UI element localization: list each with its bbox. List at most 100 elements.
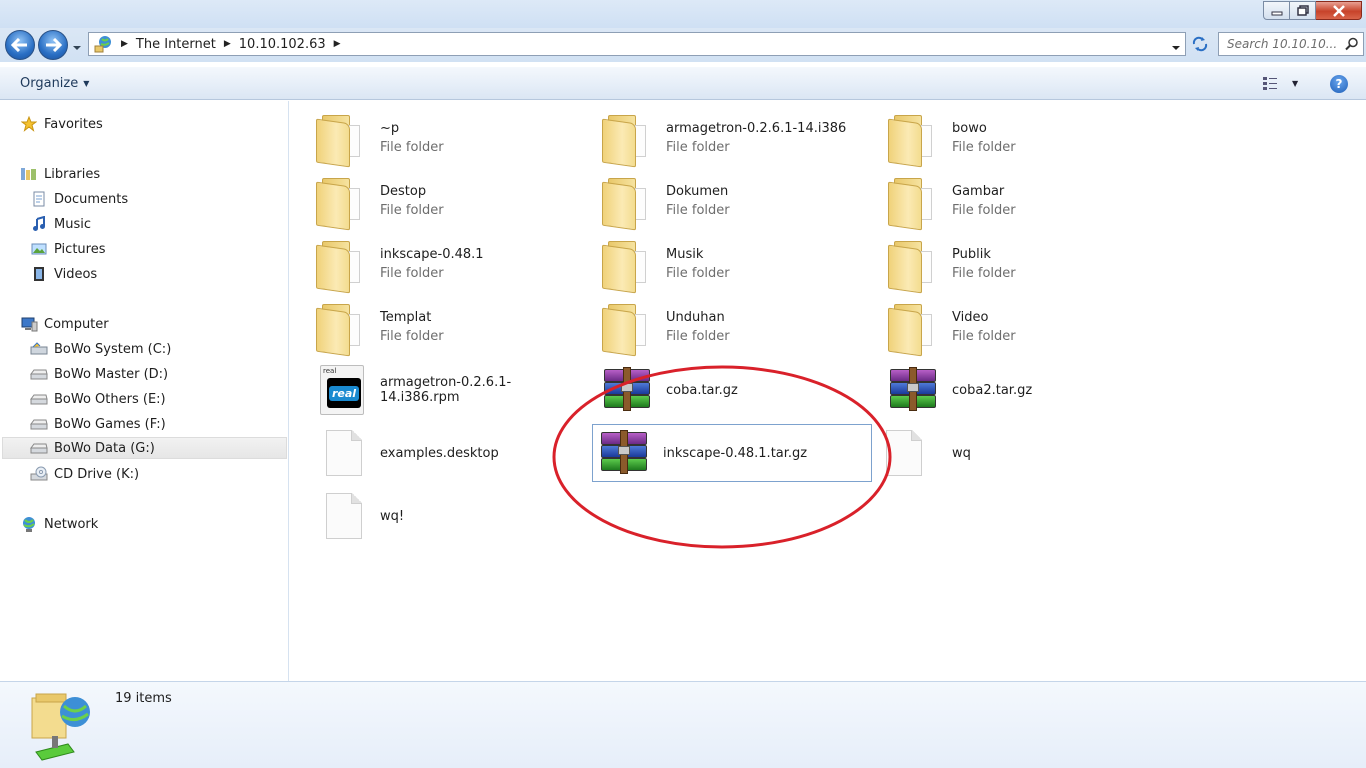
sidebar-item-documents[interactable]: Documents xyxy=(30,188,128,210)
file-tile-examples-desktop[interactable]: examples.desktop xyxy=(298,424,578,482)
sidebar-item-label: Network xyxy=(44,516,99,532)
organize-label: Organize xyxy=(20,76,79,91)
navigation-bar: ▶ The Internet ▶ 10.10.102.63 ▶ xyxy=(0,28,1366,62)
file-type: File folder xyxy=(666,266,730,281)
hard-drive-icon xyxy=(30,415,48,433)
folder-icon xyxy=(316,237,366,294)
forward-button[interactable] xyxy=(38,30,68,60)
search-icon[interactable] xyxy=(1345,37,1359,51)
sidebar-item-drive-g[interactable]: BoWo Data (G:) xyxy=(2,437,287,459)
file-tile-bowo[interactable]: bowo File folder xyxy=(870,109,1150,168)
file-tile-inkscape-folder[interactable]: inkscape-0.48.1 File folder xyxy=(298,235,578,294)
file-tile-p[interactable]: ~p File folder xyxy=(298,109,578,168)
breadcrumb-the-internet[interactable]: The Internet xyxy=(136,37,216,52)
sidebar-item-drive-e[interactable]: BoWo Others (E:) xyxy=(30,388,166,410)
sidebar-item-drive-k[interactable]: CD Drive (K:) xyxy=(30,463,139,485)
organize-menu-button[interactable]: Organize ▼ xyxy=(20,76,89,91)
document-icon xyxy=(316,426,366,480)
file-tile-dokumen[interactable]: Dokumen File folder xyxy=(584,172,864,231)
file-tile-inkscape-tar-gz[interactable]: inkscape-0.48.1.tar.gz xyxy=(592,424,872,482)
file-type: File folder xyxy=(952,329,1016,344)
file-tile-armagetron-folder[interactable]: armagetron-0.2.6.1-14.i386 File folder xyxy=(584,109,864,168)
change-view-button[interactable]: ▼ xyxy=(1262,75,1298,91)
sidebar-item-label: BoWo System (C:) xyxy=(54,341,172,357)
file-tile-coba2-tar-gz[interactable]: coba2.tar.gz xyxy=(870,361,1150,419)
folder-icon xyxy=(602,300,652,357)
sidebar-item-favorites[interactable]: Favorites xyxy=(20,113,103,135)
navigation-pane: Favorites Libraries Documents Music Pict… xyxy=(0,101,289,681)
file-tile-wq[interactable]: wq xyxy=(870,424,1150,482)
archive-icon xyxy=(888,363,938,417)
file-tile-gambar[interactable]: Gambar File folder xyxy=(870,172,1150,231)
breadcrumb-separator[interactable]: ▶ xyxy=(121,39,128,49)
file-name: armagetron-0.2.6.1-14.i386.rpm xyxy=(380,375,512,405)
file-tile-coba-tar-gz[interactable]: coba.tar.gz xyxy=(584,361,864,419)
file-tile-publik[interactable]: Publik File folder xyxy=(870,235,1150,294)
address-history-dropdown[interactable] xyxy=(1171,40,1181,55)
breadcrumb-separator[interactable]: ▶ xyxy=(334,39,341,49)
file-tile-wq-bang[interactable]: wq! xyxy=(298,487,578,545)
library-icon xyxy=(20,165,38,183)
sidebar-item-computer[interactable]: Computer xyxy=(20,313,109,335)
documents-icon xyxy=(30,190,48,208)
file-name: wq xyxy=(952,445,971,461)
sidebar-item-label: Pictures xyxy=(54,241,106,257)
file-name: Publik xyxy=(952,247,991,262)
file-tile-video[interactable]: Video File folder xyxy=(870,298,1150,357)
system-drive-icon xyxy=(30,340,48,358)
file-name: ~p xyxy=(380,121,400,136)
folder-icon xyxy=(602,174,652,231)
sidebar-item-music[interactable]: Music xyxy=(30,213,91,235)
search-box[interactable] xyxy=(1218,32,1364,56)
hard-drive-icon xyxy=(30,439,48,457)
minimize-button[interactable] xyxy=(1263,1,1290,20)
file-type: File folder xyxy=(952,266,1016,281)
sidebar-item-drive-d[interactable]: BoWo Master (D:) xyxy=(30,363,168,385)
file-name: Destop xyxy=(380,184,427,199)
file-name: examples.desktop xyxy=(380,445,499,461)
breadcrumb-separator[interactable]: ▶ xyxy=(224,39,231,49)
file-tile-unduhan[interactable]: Unduhan File folder xyxy=(584,298,864,357)
sidebar-item-label: BoWo Others (E:) xyxy=(54,391,166,407)
file-name: Dokumen xyxy=(666,184,729,199)
sidebar-item-drive-c[interactable]: BoWo System (C:) xyxy=(30,338,171,360)
archive-icon xyxy=(599,426,649,480)
refresh-icon xyxy=(1192,36,1208,52)
help-button[interactable]: ? xyxy=(1330,75,1348,93)
file-tile-destop[interactable]: Destop File folder xyxy=(298,172,578,231)
back-button[interactable] xyxy=(5,30,35,60)
search-input[interactable] xyxy=(1227,37,1345,51)
restore-button[interactable] xyxy=(1290,1,1316,20)
sidebar-item-videos[interactable]: Videos xyxy=(30,263,97,285)
refresh-button[interactable] xyxy=(1188,32,1212,56)
recent-pages-button[interactable] xyxy=(72,40,82,55)
file-name: Video xyxy=(952,310,989,325)
document-icon xyxy=(316,489,366,543)
sidebar-item-label: Videos xyxy=(54,266,98,282)
close-button[interactable] xyxy=(1316,1,1362,20)
folder-icon xyxy=(316,174,366,231)
network-location-icon xyxy=(93,34,113,54)
address-bar[interactable]: ▶ The Internet ▶ 10.10.102.63 ▶ xyxy=(88,32,1186,56)
file-tile-armagetron-rpm[interactable]: real real armagetron-0.2.6.1-14.i386.rpm xyxy=(298,361,578,419)
folder-icon xyxy=(316,300,366,357)
sidebar-item-pictures[interactable]: Pictures xyxy=(30,238,105,260)
arrow-right-icon xyxy=(46,38,62,52)
star-icon xyxy=(20,115,38,133)
folder-icon xyxy=(602,237,652,294)
sidebar-item-network[interactable]: Network xyxy=(20,513,98,535)
sidebar-item-label: Documents xyxy=(54,191,129,207)
sidebar-item-label: BoWo Games (F:) xyxy=(54,416,166,432)
file-tile-templat[interactable]: Templat File folder xyxy=(298,298,578,357)
sidebar-item-label: BoWo Data (G:) xyxy=(54,440,155,456)
folder-icon xyxy=(602,111,652,168)
breadcrumb-host[interactable]: 10.10.102.63 xyxy=(239,37,326,52)
window-controls xyxy=(1263,1,1362,20)
file-type: File folder xyxy=(666,329,730,344)
folder-icon xyxy=(888,237,938,294)
sidebar-item-drive-f[interactable]: BoWo Games (F:) xyxy=(30,413,166,435)
sidebar-item-libraries[interactable]: Libraries xyxy=(20,163,100,185)
folder-icon xyxy=(888,300,938,357)
file-tile-musik[interactable]: Musik File folder xyxy=(584,235,864,294)
chevron-down-icon[interactable]: ▼ xyxy=(1292,79,1298,88)
